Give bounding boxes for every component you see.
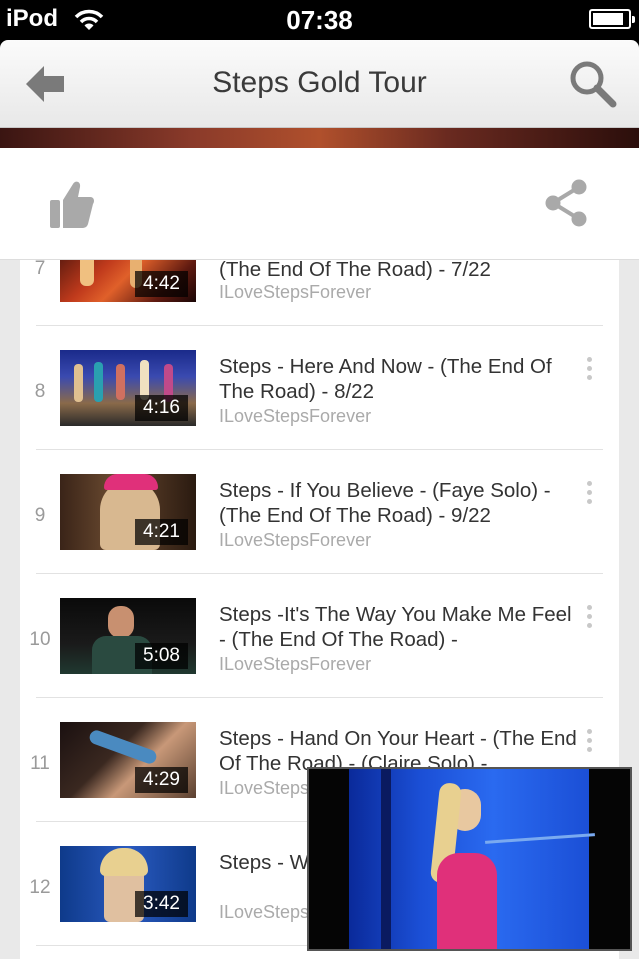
- video-duration: 5:08: [135, 643, 188, 669]
- more-options-icon[interactable]: [579, 354, 599, 384]
- thumbnail-hair: [100, 848, 148, 876]
- item-index: 7: [34, 260, 46, 279]
- search-icon[interactable]: [567, 58, 619, 110]
- share-icon[interactable]: [543, 178, 589, 228]
- channel-name[interactable]: ILoveSteps: [219, 902, 309, 923]
- navigation-bar: Steps Gold Tour: [0, 40, 639, 128]
- channel-name[interactable]: ILoveStepsForever: [219, 282, 371, 303]
- channel-name[interactable]: ILoveStepsForever: [219, 654, 371, 675]
- thumbnail-figure: [116, 364, 125, 400]
- item-index: 11: [30, 753, 50, 774]
- video-title[interactable]: Steps - Here And Now - (The End Of The R…: [219, 354, 577, 404]
- video-duration: 4:16: [135, 395, 188, 421]
- thumbnail-figure: [74, 364, 83, 402]
- item-index: 12: [29, 877, 51, 898]
- clock: 07:38: [286, 5, 353, 35]
- action-bar: [0, 148, 639, 260]
- video-duration: 4:29: [135, 767, 188, 793]
- video-thumbnail[interactable]: 4:21: [60, 474, 196, 550]
- item-index: 9: [34, 505, 46, 526]
- channel-name[interactable]: ILoveSteps: [219, 778, 309, 799]
- back-arrow-icon[interactable]: [22, 62, 68, 106]
- video-title[interactable]: Steps -It's The Way You Make Me Feel - (…: [219, 602, 577, 652]
- thumbnail-figure: [94, 362, 103, 402]
- channel-name[interactable]: ILoveStepsForever: [219, 530, 371, 551]
- video-duration: 4:21: [135, 519, 188, 545]
- list-item[interactable]: 7 4:42 (The End Of The Road) - 7/22 ILov…: [20, 260, 619, 323]
- item-index: 8: [34, 381, 46, 402]
- performer-top: [437, 853, 497, 949]
- mini-player[interactable]: [307, 767, 632, 951]
- video-thumbnail[interactable]: 5:08: [60, 598, 196, 674]
- page-title: Steps Gold Tour: [212, 66, 427, 99]
- thumbs-up-icon[interactable]: [48, 178, 96, 230]
- thumbnail-figure: [108, 606, 134, 638]
- mini-player-stage-pillar: [381, 769, 391, 949]
- more-options-icon[interactable]: [579, 602, 599, 632]
- list-item[interactable]: 8 4:16 Steps - Here And Now - (The End O…: [20, 326, 619, 450]
- more-options-icon[interactable]: [579, 726, 599, 756]
- thumbnail-microphone: [87, 728, 159, 766]
- channel-name[interactable]: ILoveStepsForever: [219, 406, 371, 427]
- list-item[interactable]: 9 4:21 Steps - If You Believe - (Faye So…: [20, 450, 619, 574]
- thumbnail-figure: [140, 360, 149, 400]
- item-index: 10: [29, 629, 51, 650]
- list-item[interactable]: 10 5:08 Steps -It's The Way You Make Me …: [20, 574, 619, 698]
- more-options-icon[interactable]: [579, 478, 599, 508]
- video-thumbnail[interactable]: 4:16: [60, 350, 196, 426]
- status-bar: iPod 07:38: [0, 0, 639, 40]
- video-thumbnail[interactable]: 4:29: [60, 722, 196, 798]
- video-title[interactable]: Steps - If You Believe - (Faye Solo) - (…: [219, 478, 577, 528]
- video-thumbnail[interactable]: 4:42: [60, 260, 196, 302]
- video-thumbnail[interactable]: 3:42: [60, 846, 196, 922]
- video-preview-strip[interactable]: [0, 128, 639, 148]
- thumbnail-figure: [80, 260, 94, 286]
- battery-level: [593, 13, 623, 25]
- video-duration: 4:42: [135, 271, 188, 297]
- thumbnail-hat: [104, 474, 158, 490]
- mini-player-letterbox: [309, 769, 349, 949]
- mini-player-letterbox: [589, 769, 630, 949]
- video-duration: 3:42: [135, 891, 188, 917]
- battery-icon: [589, 9, 635, 29]
